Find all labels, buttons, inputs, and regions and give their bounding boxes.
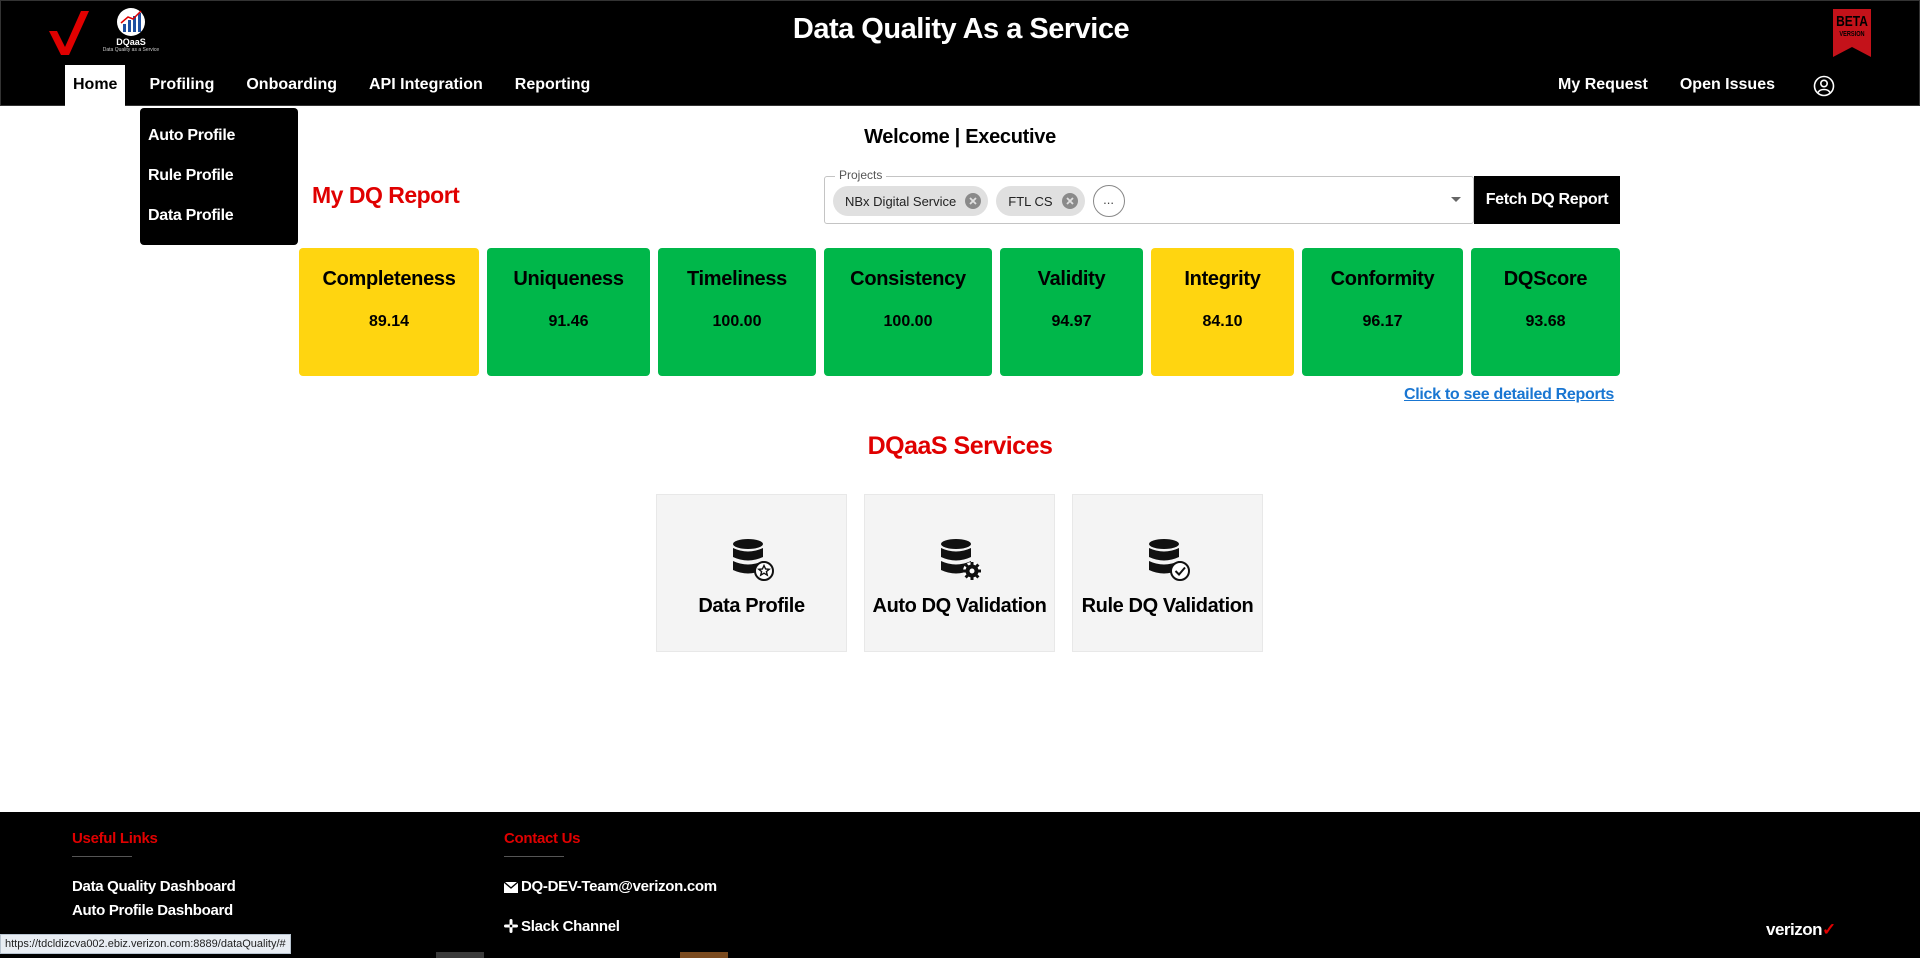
main-nav: Home Profiling Onboarding API Integratio…: [65, 65, 614, 107]
metric-label: Uniqueness: [513, 268, 624, 290]
metric-card-timeliness[interactable]: Timeliness 100.00: [658, 248, 816, 376]
verizon-wordmark: verizon✓: [1766, 920, 1836, 940]
beta-text: BETA: [1836, 13, 1868, 30]
nav-open-issues[interactable]: Open Issues: [1672, 65, 1783, 107]
remove-chip-icon[interactable]: [1061, 192, 1079, 210]
metric-label: Timeliness: [686, 268, 788, 290]
detailed-reports-link[interactable]: Click to see detailed Reports: [1404, 386, 1614, 404]
metric-label: Integrity: [1184, 268, 1261, 290]
slack-channel-text: Slack Channel: [521, 918, 620, 935]
footer-divider: [72, 856, 132, 857]
contact-email-text: DQ-DEV-Team@verizon.com: [521, 878, 717, 895]
project-chip: FTL CS: [996, 186, 1085, 216]
page: DQaaS Data Quality as a Service Data Qua…: [0, 0, 1920, 958]
metric-value: 100.00: [883, 313, 933, 330]
database-star-icon: [732, 539, 774, 581]
taskbar-fragment: [436, 952, 484, 958]
slack-channel-link[interactable]: Slack Channel: [504, 918, 620, 935]
metric-label: Completeness: [322, 268, 456, 290]
metric-card-consistency[interactable]: Consistency 100.00: [824, 248, 992, 376]
app-title: Data Quality As a Service: [792, 13, 1130, 45]
useful-links-heading: Useful Links: [72, 830, 158, 847]
verizon-check-icon: ✓: [1822, 920, 1836, 939]
slack-icon: [504, 919, 518, 933]
service-card-data-profile[interactable]: Data Profile: [656, 494, 847, 652]
metric-card-uniqueness[interactable]: Uniqueness 91.46: [487, 248, 650, 376]
metric-label: Consistency: [850, 268, 966, 290]
project-chip-label: FTL CS: [1008, 193, 1053, 209]
menu-item-rule-profile[interactable]: Rule Profile: [140, 156, 298, 196]
metric-card-completeness[interactable]: Completeness 89.14: [299, 248, 479, 376]
metric-value: 93.68: [1525, 313, 1566, 330]
project-chip: NBx Digital Service: [833, 186, 989, 216]
fetch-dq-report-button[interactable]: Fetch DQ Report: [1474, 176, 1620, 224]
welcome-text: Welcome | Executive: [864, 126, 1056, 148]
metric-label: DQScore: [1503, 268, 1588, 290]
metric-card-validity[interactable]: Validity 94.97: [1000, 248, 1143, 376]
status-bar-url: https://tdcldizcva002.ebiz.verizon.com:8…: [0, 934, 291, 954]
nav-my-request[interactable]: My Request: [1550, 65, 1656, 107]
metric-card-integrity[interactable]: Integrity 84.10: [1151, 248, 1294, 376]
menu-item-data-profile[interactable]: Data Profile: [140, 196, 298, 236]
service-card-rule-dq-validation[interactable]: Rule DQ Validation: [1072, 494, 1263, 652]
metric-value: 100.00: [712, 313, 762, 330]
nav-api-integration[interactable]: API Integration: [361, 65, 491, 107]
service-label: Rule DQ Validation: [1081, 595, 1254, 617]
contact-email-link[interactable]: DQ-DEV-Team@verizon.com: [503, 878, 717, 895]
remove-chip-icon[interactable]: [964, 192, 982, 210]
metric-label: Validity: [1037, 268, 1106, 290]
footer-link-dq-dashboard[interactable]: Data Quality Dashboard: [72, 878, 236, 895]
service-label: Data Profile: [698, 595, 805, 617]
right-nav: My Request Open Issues: [1534, 65, 1835, 107]
nav-onboarding[interactable]: Onboarding: [238, 65, 345, 107]
metric-value: 94.97: [1051, 313, 1092, 330]
more-projects-chip[interactable]: ...: [1092, 185, 1125, 217]
beta-subtext: VERSION: [1839, 31, 1865, 38]
metric-value: 84.10: [1202, 313, 1243, 330]
metric-label: Conformity: [1330, 268, 1435, 290]
nav-home[interactable]: Home: [65, 65, 126, 107]
report-title: My DQ Report: [312, 182, 460, 208]
metric-value: 91.46: [548, 313, 589, 330]
metric-card-conformity[interactable]: Conformity 96.17: [1302, 248, 1463, 376]
nav-reporting[interactable]: Reporting: [507, 65, 599, 107]
service-label: Auto DQ Validation: [872, 595, 1047, 617]
services-title: DQaaS Services: [867, 432, 1053, 460]
database-check-icon: [1148, 539, 1190, 581]
metric-card-dqscore[interactable]: DQScore 93.68: [1471, 248, 1620, 376]
database-gear-icon: [940, 539, 981, 580]
footer-divider: [504, 856, 564, 857]
beta-badge: BETA VERSION: [1831, 7, 1873, 59]
brand-text: verizon: [1766, 920, 1823, 939]
projects-select[interactable]: Projects NBx Digital Service FTL CS ...: [824, 168, 1474, 224]
metric-value: 96.17: [1362, 313, 1403, 330]
nav-profiling[interactable]: Profiling: [141, 65, 222, 107]
service-card-auto-dq-validation[interactable]: Auto DQ Validation: [864, 494, 1055, 652]
metric-value: 89.14: [368, 313, 410, 330]
top-header: DQaaS Data Quality as a Service Data Qua…: [0, 0, 1920, 107]
envelope-icon: [503, 881, 519, 893]
project-chips: NBx Digital Service FTL CS ...: [833, 185, 1125, 217]
projects-label: Projects: [835, 168, 887, 182]
logo-subtext: Data Quality as a Service: [102, 47, 160, 53]
taskbar-fragment: [680, 952, 728, 958]
contact-us-heading: Contact Us: [504, 830, 581, 847]
project-chip-label: NBx Digital Service: [845, 193, 957, 209]
dropdown-caret-icon[interactable]: [1451, 197, 1461, 202]
user-account-icon[interactable]: [1813, 75, 1835, 97]
footer-link-auto-profile-dashboard[interactable]: Auto Profile Dashboard: [72, 902, 233, 919]
